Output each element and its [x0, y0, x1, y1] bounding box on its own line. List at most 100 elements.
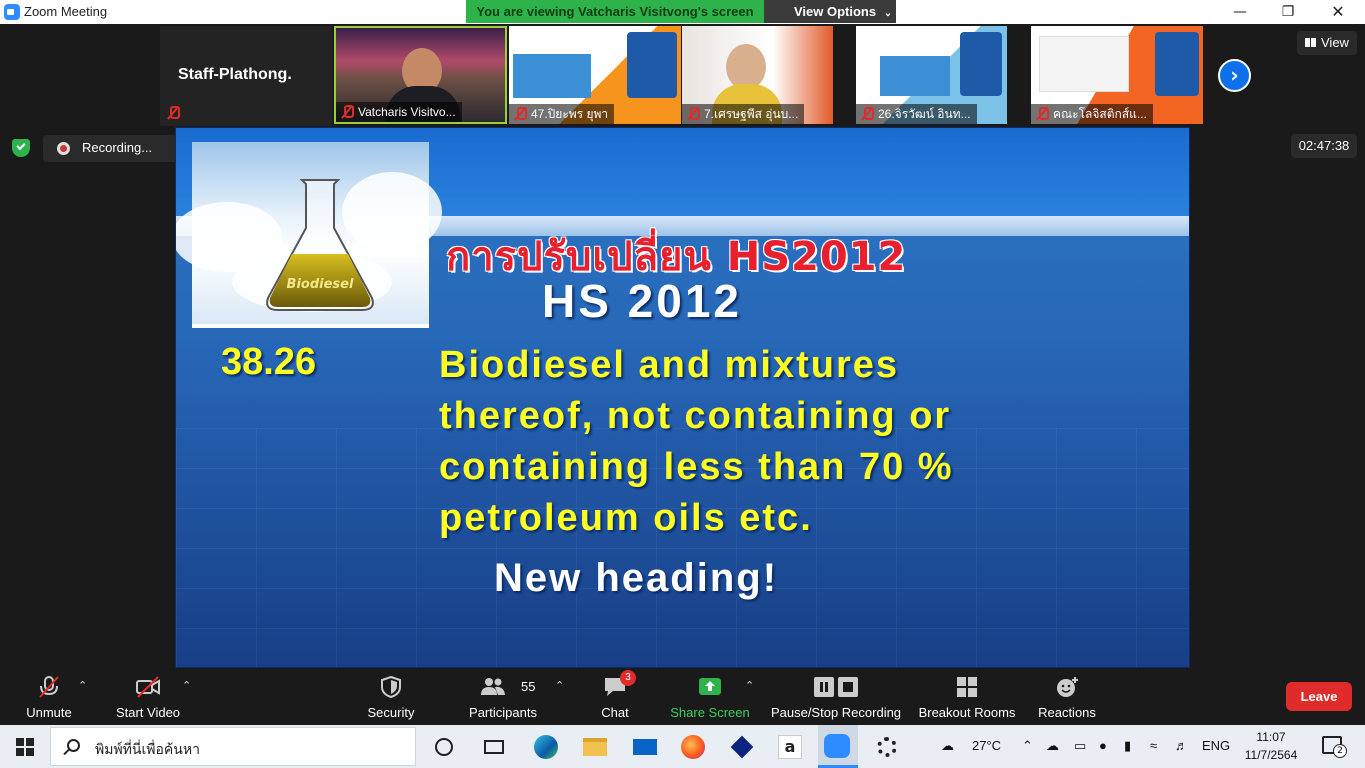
body-line: Biodiesel and mixtures: [439, 344, 900, 386]
pause-stop-icon: [814, 677, 858, 697]
self-tile[interactable]: Staff-Plathong.: [160, 26, 332, 126]
self-name: Staff-Plathong.: [178, 66, 292, 83]
microphone-muted-icon: [39, 676, 59, 698]
notification-count: 2: [1333, 744, 1347, 758]
participant-tile[interactable]: Vatcharis Visitvo...: [334, 26, 507, 124]
slide-body: Biodiesel and mixtures thereof, not cont…: [439, 340, 1159, 544]
mic-muted-icon: [861, 107, 874, 121]
shared-screen-slide: Biodiesel การปรับเปลี่ยน HS2012 HS 2012 …: [175, 127, 1190, 668]
mic-muted-icon: [341, 105, 354, 119]
search-icon: [67, 739, 80, 752]
participants-count: 55: [521, 679, 536, 694]
clock-date: 11/7/2564: [1244, 748, 1298, 762]
view-options-button[interactable]: View Options ⌄: [764, 0, 896, 23]
body-line: petroleum oils etc.: [439, 497, 813, 539]
participant-label: 26.จิรวัฒน์ อินท...: [856, 104, 977, 124]
weather-temperature[interactable]: 27°C: [972, 738, 1001, 753]
security-shield-icon[interactable]: [12, 139, 30, 157]
show-hidden-icons-chevron-icon[interactable]: ⌃: [1022, 738, 1033, 754]
mic-muted-icon: [514, 107, 527, 121]
share-screen-button[interactable]: Share Screen: [666, 668, 754, 725]
cortana-icon[interactable]: [430, 733, 458, 761]
logo-graphic: [1155, 32, 1199, 96]
share-screen-icon: [699, 678, 721, 695]
start-video-button[interactable]: Start Video: [104, 668, 192, 725]
chat-badge: 3: [620, 670, 636, 686]
recording-status: Recording...: [82, 140, 153, 155]
settings-gear-icon[interactable]: [873, 733, 901, 761]
next-page-button[interactable]: ›: [1218, 59, 1251, 92]
pause-stop-recording-button[interactable]: Pause/Stop Recording: [770, 668, 902, 725]
audio-options-caret[interactable]: ⌃: [78, 679, 87, 692]
amazon-icon[interactable]: a: [776, 733, 804, 761]
breakout-rooms-icon: [957, 677, 977, 697]
participant-tile[interactable]: คณะโลจิสติกส์แ...: [1031, 26, 1203, 124]
share-options-caret[interactable]: ⌃: [745, 679, 754, 692]
chat-button[interactable]: 3 Chat: [586, 668, 644, 725]
microphone-icon[interactable]: ●: [1099, 738, 1107, 753]
wifi-icon[interactable]: ≈: [1150, 738, 1157, 753]
window-title: Zoom Meeting: [24, 4, 108, 19]
view-button[interactable]: View: [1297, 31, 1357, 55]
mail-icon[interactable]: [631, 733, 659, 761]
participant-label: 47.ปิยะพร ยุพา: [509, 104, 615, 124]
customs-broker-graphic: [513, 54, 591, 98]
participant-tile[interactable]: 7.เศรษฐพีส อุ่นบ...: [682, 26, 833, 124]
reactions-smiley-icon: [1057, 677, 1078, 697]
dropbox-icon[interactable]: [728, 733, 756, 761]
reactions-button[interactable]: Reactions: [1030, 668, 1104, 725]
recording-dot-icon: [57, 142, 70, 155]
meeting-timer: 02:47:38: [1291, 134, 1357, 158]
participant-tile[interactable]: 26.จิรวัฒน์ อินท...: [856, 26, 1007, 124]
task-view-icon[interactable]: [480, 733, 508, 761]
grid-icon: [1305, 38, 1316, 47]
file-explorer-icon[interactable]: [581, 733, 609, 761]
participant-label: คณะโลจิสติกส์แ...: [1031, 104, 1153, 124]
body-line: containing less than 70 %: [439, 446, 954, 488]
volume-icon[interactable]: ♬: [1175, 738, 1188, 753]
participants-options-caret[interactable]: ⌃: [555, 679, 564, 692]
search-placeholder: พิมพ์ที่นี่เพื่อค้นหา: [95, 742, 200, 758]
logo-graphic: [627, 32, 677, 98]
taskbar-search-box[interactable]: พิมพ์ที่นี่เพื่อค้นหา: [50, 727, 416, 766]
logo-graphic: [960, 32, 1002, 96]
participants-icon: [481, 678, 505, 695]
shield-icon: [381, 676, 401, 698]
chevron-right-icon: ›: [1230, 63, 1239, 87]
body-line: thereof, not containing or: [439, 395, 952, 437]
mic-muted-icon: [687, 107, 700, 121]
lean-supply-chain-graphic: [1039, 36, 1129, 92]
weather-cloud-icon[interactable]: ☁: [941, 738, 954, 754]
unmute-button[interactable]: Unmute: [10, 668, 88, 725]
participants-button[interactable]: 55 Participants: [462, 668, 544, 725]
notifications-button[interactable]: 2: [1322, 736, 1347, 758]
restore-button[interactable]: ❐: [1265, 0, 1311, 24]
security-button[interactable]: Security: [352, 668, 430, 725]
battery-icon[interactable]: ▮: [1124, 738, 1131, 754]
customs-broker-graphic: [880, 56, 950, 96]
minimize-button[interactable]: —: [1217, 0, 1263, 24]
breakout-rooms-button[interactable]: Breakout Rooms: [916, 668, 1018, 725]
mic-muted-icon: [1036, 107, 1049, 121]
biodiesel-flask-image: Biodiesel: [176, 142, 442, 328]
edge-browser-icon[interactable]: [532, 733, 560, 761]
leave-button[interactable]: Leave: [1286, 682, 1352, 711]
close-button[interactable]: ✕: [1315, 0, 1361, 24]
taskbar-clock[interactable]: 11:07 11/7/2564: [1238, 728, 1304, 764]
clock-time: 11:07: [1256, 730, 1286, 744]
hs-heading-code: 38.26: [221, 341, 317, 383]
input-language[interactable]: ENG: [1202, 738, 1230, 753]
onedrive-cloud-icon[interactable]: ☁: [1046, 738, 1059, 754]
zoom-taskbar-icon[interactable]: [818, 725, 858, 768]
firefox-icon[interactable]: [679, 733, 707, 761]
windows-start-button[interactable]: [16, 738, 34, 756]
participant-label: 7.เศรษฐพีส อุ่นบ...: [682, 104, 805, 124]
mic-muted-icon: [167, 106, 180, 120]
video-options-caret[interactable]: ⌃: [182, 679, 191, 692]
view-options-label: View Options: [794, 4, 877, 19]
windows-taskbar: พิมพ์ที่นี่เพื่อค้นหา a ☁ 27°C ⌃ ☁ ▭ ● ▮…: [0, 725, 1365, 768]
participant-tile[interactable]: 47.ปิยะพร ยุพา: [509, 26, 681, 124]
flask-label: Biodiesel: [287, 277, 354, 292]
new-heading-note: New heading!: [494, 556, 779, 600]
device-icon[interactable]: ▭: [1074, 738, 1086, 754]
